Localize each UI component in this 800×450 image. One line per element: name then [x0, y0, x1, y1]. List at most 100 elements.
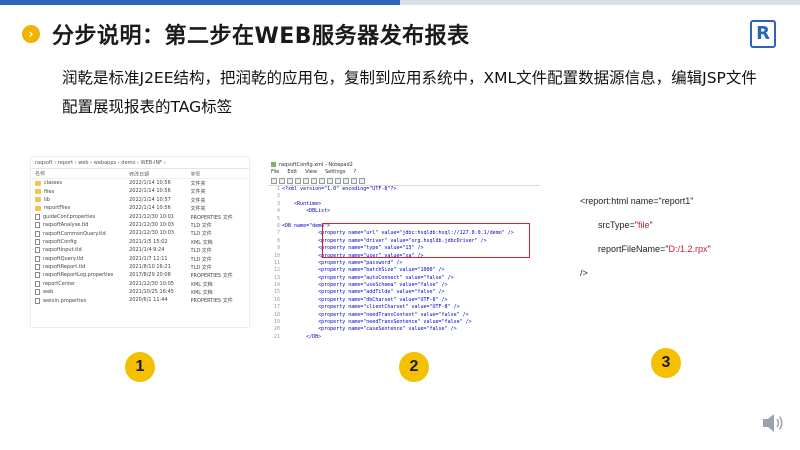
explorer-row-type: 文件夹 — [190, 181, 206, 187]
toolbar-replace-icon — [343, 178, 349, 184]
explorer-row-type: TLD 文件 — [190, 256, 212, 262]
explorer-row[interactable]: files 2022/1/14 10:56 文件夹 — [31, 187, 249, 195]
explorer-row-name: classes — [35, 180, 129, 186]
snippet-line-3: reportFileName="D:/1.2.rpx" — [598, 244, 711, 254]
explorer-row[interactable]: weixin.properties 2020/6/1 11:44 PROPERTIE… — [31, 296, 249, 304]
file-icon — [35, 213, 40, 220]
notepad-screenshot: raqsoftConfig.xml - Notepad2 File Edit V… — [268, 160, 540, 340]
code-line: <property name="clientCharset" value="UT… — [282, 304, 460, 311]
explorer-row[interactable]: raqsoftInput.tld 2021/1/4 9:24 TLD 文件 — [31, 246, 249, 254]
step-badge-1: 1 — [125, 352, 155, 382]
explorer-row-date: 2020/6/1 11:44 — [129, 297, 168, 304]
explorer-row-type: XML 文档 — [190, 281, 213, 288]
explorer-row-date: 2021/12/30 10:03 — [129, 221, 174, 228]
explorer-row-type: PROPERTIES 文件 — [190, 214, 233, 220]
explorer-row[interactable]: lib 2022/1/14 10:57 文件夹 — [31, 196, 249, 204]
snippet-filename-key: reportFileName=" — [598, 244, 669, 254]
explorer-row[interactable]: guideConf.properties 2021/12/30 10:01 PROP… — [31, 213, 249, 221]
explorer-path: raqsoft › report › web › webapps › demo … — [31, 157, 249, 169]
explorer-row[interactable]: raqsoftReportLog.properties 2017/8/29 20:… — [31, 271, 249, 279]
step-badge-2: 2 — [399, 352, 429, 382]
explorer-row[interactable]: raqsoftCommonQuery.tld 2021/12/30 10:03 TL… — [31, 229, 249, 237]
code-line: <property name="autoConnect" value="fals… — [282, 274, 454, 281]
explorer-row-name-text: reportCenter — [43, 280, 76, 287]
explorer-row-date: 2022/1/14 10:56 — [129, 205, 171, 212]
snippet-filename-close: " — [707, 244, 711, 254]
explorer-row-name-text: raqsoftInput.tld — [43, 247, 82, 254]
toolbar-paste-icon — [327, 178, 333, 184]
explorer-row-type: 文件夹 — [190, 206, 206, 212]
line-number: 5 — [276, 215, 280, 222]
explorer-row[interactable]: raqsoftReport.tld 2021/8/10 16:21 TLD 文件 — [31, 263, 249, 271]
explorer-row-name: raqsoftQuery.tld — [35, 255, 129, 262]
line-number: 20 — [273, 326, 280, 333]
snippet-filename-value: D:/1.2.rpx — [668, 244, 708, 254]
explorer-row-date: 2021/8/10 16:21 — [129, 263, 171, 270]
snippet-srctype-key: srcType=" — [598, 220, 638, 230]
line-number: 6 — [276, 222, 280, 229]
highlight-box — [322, 223, 530, 258]
explorer-row[interactable]: reportFiles 2022/1/14 10:56 文件夹 — [31, 204, 249, 212]
notepad-menu: File Edit View Settings ? — [268, 169, 540, 177]
slide-description: 润乾是标准J2EE结构，把润乾的应用包，复制到应用系统中，XML文件配置数据源信… — [62, 69, 757, 116]
toolbar-cut-icon — [311, 178, 317, 184]
header-type: 类型 — [190, 172, 201, 176]
explorer-row[interactable]: classes 2022/1/14 10:56 文件夹 — [31, 179, 249, 187]
code-line: <property name="needTransContent" value=… — [282, 311, 469, 318]
top-progress-bar — [0, 0, 800, 5]
line-number: 13 — [273, 274, 280, 281]
toolbar-undo-icon — [295, 178, 301, 184]
toolbar-redo-icon — [303, 178, 309, 184]
explorer-row-name-text: raqsoftReportLog.properties — [43, 272, 114, 279]
explorer-row-name: raqsoftCommonQuery.tld — [35, 230, 129, 237]
file-icon — [35, 247, 40, 254]
file-icon — [35, 297, 40, 304]
line-number: 11 — [273, 259, 280, 266]
explorer-row-name: raqsoftConfig — [35, 238, 129, 245]
menu-file: File — [271, 169, 280, 175]
snippet-line-2: srcType="file" — [598, 220, 653, 230]
explorer-row-name: raqsoftAnalyse.tld — [35, 222, 129, 229]
explorer-row-name: web — [35, 289, 129, 296]
explorer-row-type: TLD 文件 — [190, 231, 212, 237]
explorer-row[interactable]: reportCenter 2021/12/30 10:05 XML 文档 — [31, 280, 249, 288]
line-number: 8 — [276, 237, 280, 244]
line-number: 2 — [276, 193, 280, 200]
notepad-toolbar — [268, 177, 540, 186]
line-number: 21 — [273, 333, 280, 340]
snippet-srctype-close: " — [649, 220, 653, 230]
file-icon — [35, 230, 40, 237]
explorer-row-name: guideConf.properties — [35, 213, 129, 220]
code-line: <?xml version="1.0" encoding="UTF-8"?> — [282, 186, 397, 192]
raqsoft-logo-icon: R — [750, 20, 776, 48]
explorer-rows: classes 2022/1/14 10:56 文件夹 files 2022/1/14 … — [31, 179, 249, 305]
notepad-title: raqsoftConfig.xml - Notepad2 — [279, 161, 353, 168]
line-number: 15 — [273, 289, 280, 296]
explorer-row-name-text: reportFiles — [44, 205, 71, 212]
file-icon — [35, 264, 40, 271]
file-explorer-screenshot: raqsoft › report › web › webapps › demo … — [30, 156, 250, 328]
explorer-row[interactable]: raqsoftQuery.tld 2021/1/7 11:11 TLD 文件 — [31, 255, 249, 263]
explorer-row-type: 文件夹 — [190, 189, 206, 195]
speaker-icon[interactable] — [760, 410, 786, 436]
explorer-row[interactable]: web 2021/10/25 16:45 XML 文档 — [31, 288, 249, 296]
title-bullet-icon: › — [22, 25, 40, 43]
menu-help: ? — [353, 169, 357, 175]
explorer-row[interactable]: raqsoftConfig 2021/1/5 15:02 XML 文档 — [31, 238, 249, 246]
line-number: 19 — [273, 319, 280, 326]
explorer-row-name: raqsoftReportLog.properties — [35, 272, 129, 279]
menu-settings: Settings — [324, 169, 346, 175]
code-line: <property name="caseSentence" value="fal… — [282, 326, 457, 333]
header-date: 修改日期 — [129, 172, 150, 176]
file-icon — [35, 280, 40, 287]
slide-title: 分步说明：第二步在WEB服务器发布报表 — [52, 24, 470, 49]
toolbar-find-icon — [335, 178, 341, 184]
explorer-row-type: XML 文档 — [190, 290, 213, 296]
line-number-gutter: 1 2 3 4 5 6 7 8 9 10 11 12 13 14 15 16 17 18 19 20 21 — [268, 186, 282, 341]
explorer-row-name-text: raqsoftQuery.tld — [43, 255, 84, 262]
toolbar-zoom-out-icon — [359, 178, 365, 184]
line-number: 17 — [273, 304, 280, 311]
folder-icon — [35, 205, 41, 211]
explorer-row[interactable]: raqsoftAnalyse.tld 2021/12/30 10:03 TLD 文件 — [31, 221, 249, 229]
explorer-row-name-text: raqsoftCommonQuery.tld — [43, 230, 106, 237]
